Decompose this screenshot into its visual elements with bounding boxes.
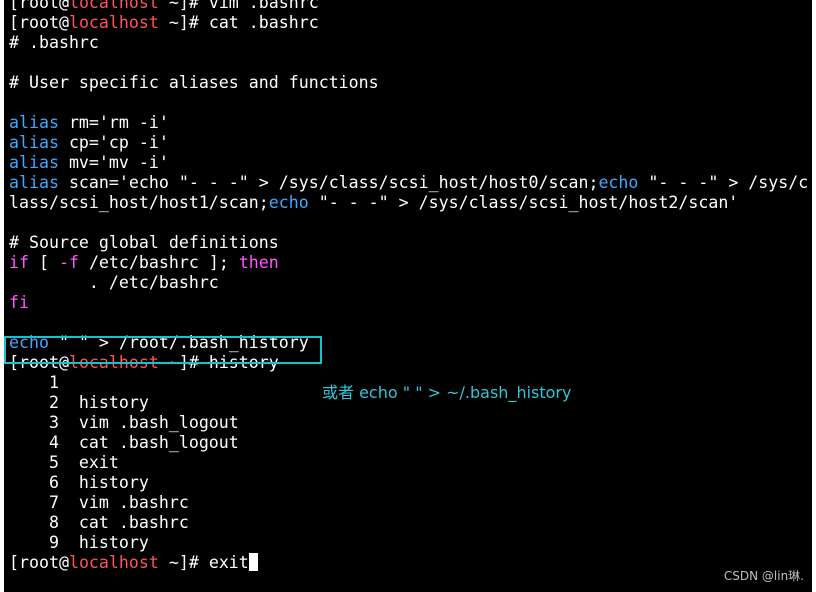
prompt-host: localhost (68, 553, 159, 572)
command-text: vim .bashrc (208, 0, 319, 12)
command-text: cat .bashrc (208, 13, 319, 32)
prompt-dir: ~]# (158, 13, 209, 32)
code-text: . /etc/bashrc (9, 273, 219, 292)
prompt-dir: ~]# (158, 0, 209, 12)
history-command: cat .bash_logout (58, 433, 239, 452)
file-line: . /etc/bashrc (9, 273, 812, 293)
alias-line: alias cp='cp -i' (9, 133, 812, 153)
history-command: vim .bash_logout (58, 413, 239, 432)
terminal-line: [root@localhost ~]# cat .bashrc (9, 13, 812, 33)
code-text: /etc/bashrc ]; (78, 253, 239, 272)
alias-line-wrapped: lass/scsi_host/host1/scan;echo "- - -" >… (9, 193, 812, 213)
annotation-text: 或者 echo " " > ~/.bash_history (322, 383, 572, 402)
keyword-echo: echo (268, 193, 309, 212)
history-command: vim .bashrc (58, 493, 189, 512)
keyword-alias: alias (9, 113, 59, 132)
keyword-if: if (9, 253, 29, 272)
file-line: # Source global definitions (9, 233, 812, 253)
alias-definition: lass/scsi_host/host1/scan; (9, 193, 269, 212)
terminal-window[interactable]: [root@localhost ~]# vim .bashrc [root@lo… (4, 0, 812, 592)
history-entry: 5 exit (9, 453, 812, 473)
alias-line: alias rm='rm -i' (9, 113, 812, 133)
prompt-host: localhost (68, 0, 159, 12)
file-line: fi (9, 293, 812, 313)
alias-definition: scan='echo "- - -" > /sys/class/scsi_hos… (58, 173, 599, 192)
history-number: 9 (9, 533, 59, 552)
keyword-echo: echo (598, 173, 639, 192)
alias-definition: mv='mv -i' (58, 153, 169, 172)
text-cursor (248, 553, 258, 571)
keyword-fi: fi (9, 293, 29, 312)
prompt-user: [root@ (9, 0, 69, 12)
comment-text: # User specific aliases and functions (9, 73, 379, 92)
watermark: CSDN @lin琳. (723, 569, 804, 583)
keyword-then: then (238, 253, 279, 272)
history-number: 7 (9, 493, 59, 512)
history-number: 6 (9, 473, 59, 492)
option-flag: -f (58, 253, 79, 272)
alias-definition: rm='rm -i' (58, 113, 169, 132)
keyword-alias: alias (9, 133, 59, 152)
history-command: exit (58, 453, 119, 472)
keyword-alias: alias (9, 153, 59, 172)
history-number: 5 (9, 453, 59, 472)
prompt-user: [root@ (9, 13, 69, 32)
history-number: 2 (9, 393, 59, 412)
history-entry: 4 cat .bash_logout (9, 433, 812, 453)
history-command: history (58, 393, 149, 412)
history-number: 8 (9, 513, 59, 532)
prompt-host: localhost (68, 13, 159, 32)
history-entry: 8 cat .bashrc (9, 513, 812, 533)
history-number: 3 (9, 413, 59, 432)
comment-text: # .bashrc (9, 33, 99, 52)
terminal-input-line[interactable]: [root@localhost ~]# exit (9, 553, 812, 573)
alias-line: alias mv='mv -i' (9, 153, 812, 173)
code-text: [ (28, 253, 59, 272)
keyword-alias: alias (9, 173, 59, 192)
history-command: history (58, 533, 149, 552)
alias-line: alias scan='echo "- - -" > /sys/class/sc… (9, 173, 812, 193)
comment-text: # Source global definitions (9, 233, 279, 252)
if-line: if [ -f /etc/bashrc ]; then (9, 253, 812, 273)
prompt-user: [root@ (9, 553, 69, 572)
history-entry: 7 vim .bashrc (9, 493, 812, 513)
command-input-text[interactable]: exit (209, 553, 249, 572)
history-entry: 6 history (9, 473, 812, 493)
history-number: 4 (9, 433, 59, 452)
alias-definition: "- - -" > /sys/c (638, 173, 809, 192)
terminal-output: [root@localhost ~]# vim .bashrc [root@lo… (9, 0, 812, 573)
alias-definition: cp='cp -i' (58, 133, 169, 152)
highlight-box (4, 336, 322, 364)
history-command: cat .bashrc (58, 513, 189, 532)
history-entry: 9 history (9, 533, 812, 553)
terminal-line: [root@localhost ~]# vim .bashrc (9, 0, 812, 13)
file-line: # User specific aliases and functions (9, 73, 812, 93)
history-entry: 3 vim .bash_logout (9, 413, 812, 433)
file-line: # .bashrc (9, 33, 812, 53)
alias-definition: "- - -" > /sys/class/scsi_host/host2/sca… (308, 193, 739, 212)
history-number: 1 (9, 373, 59, 392)
prompt-dir: ~]# (158, 553, 209, 572)
history-command: history (58, 473, 149, 492)
